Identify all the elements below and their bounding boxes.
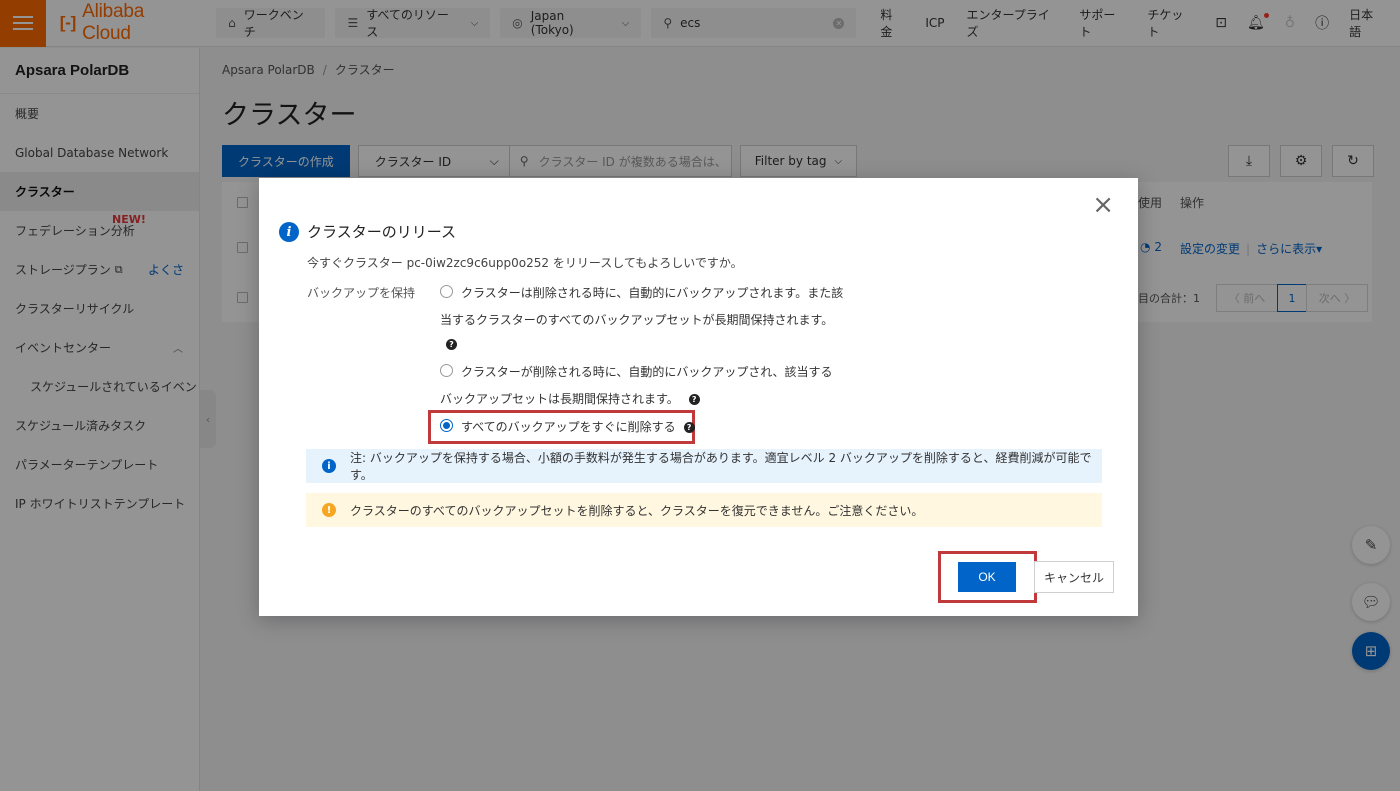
cancel-button[interactable]: キャンセル: [1034, 561, 1114, 593]
backup-option-2-text-cont: バックアップセットは長期間保持されます。 ?: [440, 390, 700, 407]
backup-option-2-radio[interactable]: [440, 364, 453, 377]
backup-option-3-text[interactable]: すべてのバックアップをすぐに削除する ?: [461, 418, 695, 435]
backup-option-1-text[interactable]: クラスターは削除される時に、自動的にバックアップされます。また該: [461, 284, 843, 301]
fee-info-text: 注: バックアップを保持する場合、小額の手数料が発生する場合があります。適宜レベ…: [350, 451, 1092, 482]
release-cluster-dialog: × i クラスターのリリース 今すぐクラスター pc-0iw2zc9c6upp0…: [259, 178, 1138, 616]
info-icon: i: [322, 459, 336, 473]
backup-option-1-text-cont: 当するクラスターのすべてのバックアップセットが長期間保持されます。: [440, 313, 834, 327]
dialog-title: クラスターのリリース: [307, 223, 456, 241]
help-icon[interactable]: ?: [688, 394, 700, 405]
help-icon[interactable]: ?: [446, 339, 457, 350]
warning-notice: ! クラスターのすべてのバックアップセットを削除すると、クラスターを復元できませ…: [306, 493, 1102, 527]
backup-option-1-radio[interactable]: [440, 285, 453, 298]
backup-option-3-label: すべてのバックアップをすぐに削除する: [461, 420, 676, 434]
backup-option-2-text[interactable]: クラスターが削除される時に、自動的にバックアップされ、該当する: [461, 363, 833, 380]
warning-text: クラスターのすべてのバックアップセットを削除すると、クラスターを復元できません。…: [350, 503, 924, 518]
backup-option-3-radio[interactable]: [440, 419, 453, 432]
close-icon[interactable]: ×: [1092, 192, 1114, 218]
warning-icon: !: [322, 503, 336, 517]
help-icon[interactable]: ?: [683, 422, 695, 433]
info-icon: i: [279, 222, 299, 242]
ok-button[interactable]: OK: [958, 562, 1016, 592]
backup-retention-label: バックアップを保持: [307, 286, 416, 300]
fee-info-notice: i 注: バックアップを保持する場合、小額の手数料が発生する場合があります。適宜…: [306, 449, 1102, 483]
dialog-description: 今すぐクラスター pc-0iw2zc9c6upp0o252 をリリースしてもよろ…: [307, 256, 743, 270]
backup-option-2-text-line2: バックアップセットは長期間保持されます。: [440, 392, 679, 406]
